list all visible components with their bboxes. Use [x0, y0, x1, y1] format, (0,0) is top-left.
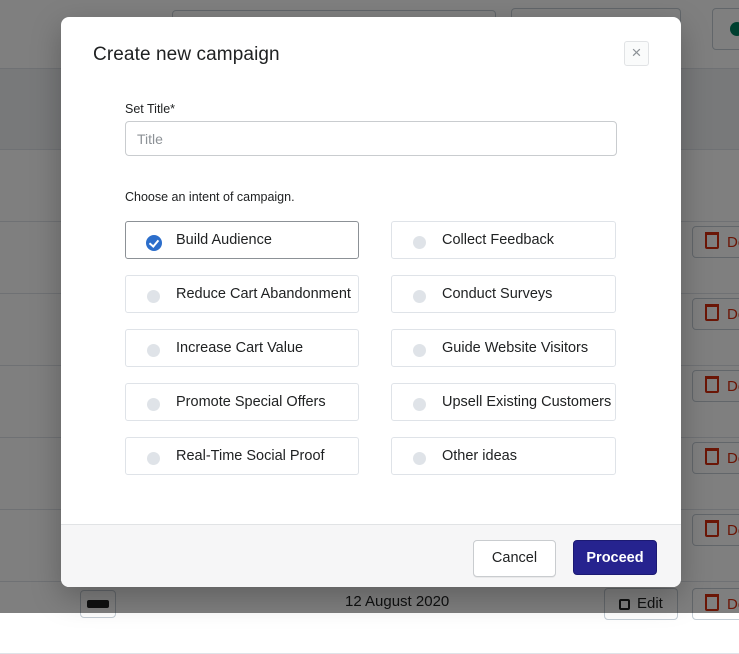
radio-icon [147, 452, 160, 465]
modal-footer: Cancel Proceed [61, 524, 681, 587]
option-label: Build Audience [176, 232, 272, 248]
title-input[interactable] [125, 121, 617, 156]
option-label: Other ideas [442, 448, 517, 464]
radio-icon [147, 398, 160, 411]
radio-icon [147, 290, 160, 303]
title-field-label: Set Title* [125, 102, 176, 116]
intent-options: Build Audience Collect Feedback Reduce C… [125, 221, 617, 475]
intent-option-reduce-cart-abandonment[interactable]: Reduce Cart Abandonment [125, 275, 359, 313]
radio-icon [413, 452, 426, 465]
intent-option-guide-website-visitors[interactable]: Guide Website Visitors [391, 329, 616, 367]
cancel-button[interactable]: Cancel [473, 540, 556, 577]
create-campaign-modal: Create new campaign × Set Title* Choose … [61, 17, 681, 587]
radio-icon [413, 236, 426, 249]
intent-label: Choose an intent of campaign. [125, 190, 295, 204]
close-icon: × [631, 43, 642, 62]
intent-option-other-ideas[interactable]: Other ideas [391, 437, 616, 475]
radio-icon [147, 344, 160, 357]
option-label: Increase Cart Value [176, 340, 304, 356]
radio-icon [146, 235, 162, 251]
option-label: Real-Time Social Proof [176, 448, 325, 464]
intent-option-collect-feedback[interactable]: Collect Feedback [391, 221, 616, 259]
intent-option-build-audience[interactable]: Build Audience [125, 221, 359, 259]
option-label: Upsell Existing Customers [442, 394, 612, 410]
option-label: Collect Feedback [442, 232, 555, 248]
close-button[interactable]: × [624, 41, 649, 66]
option-label: Promote Special Offers [176, 394, 326, 410]
intent-option-promote-special-offers[interactable]: Promote Special Offers [125, 383, 359, 421]
option-label: Guide Website Visitors [442, 340, 589, 356]
intent-option-upsell-existing-customers[interactable]: Upsell Existing Customers [391, 383, 616, 421]
intent-option-real-time-social-proof[interactable]: Real-Time Social Proof [125, 437, 359, 475]
radio-icon [413, 344, 426, 357]
intent-option-increase-cart-value[interactable]: Increase Cart Value [125, 329, 359, 367]
option-label: Conduct Surveys [442, 286, 553, 302]
proceed-button[interactable]: Proceed [573, 540, 657, 575]
intent-option-conduct-surveys[interactable]: Conduct Surveys [391, 275, 616, 313]
radio-icon [413, 398, 426, 411]
radio-icon [413, 290, 426, 303]
option-label: Reduce Cart Abandonment [176, 286, 351, 302]
modal-title: Create new campaign [93, 44, 280, 65]
